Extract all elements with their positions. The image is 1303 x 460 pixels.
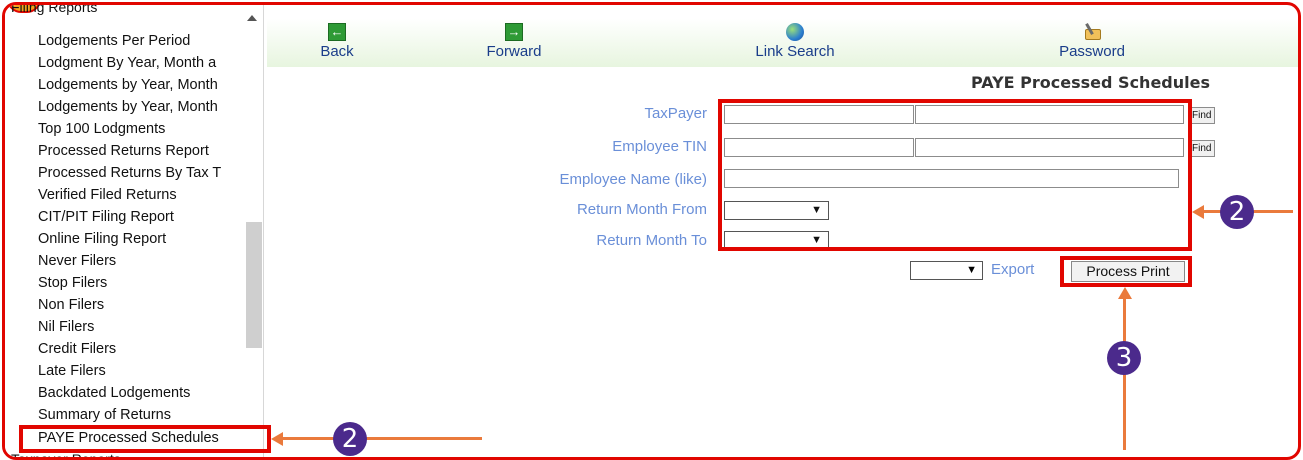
back-button[interactable]: ← Back bbox=[315, 23, 359, 60]
sidebar-item-nil-filers[interactable]: Nil Filers bbox=[38, 319, 250, 335]
annotation-arrow-sidebar bbox=[282, 437, 482, 440]
export-format-select[interactable]: ▼ bbox=[910, 261, 983, 280]
taxpayer-find-button[interactable]: Find bbox=[1188, 107, 1216, 124]
sidebar-item-lodgements-per-period[interactable]: Lodgements Per Period bbox=[38, 33, 250, 49]
password-button[interactable]: Password bbox=[1047, 23, 1137, 60]
sidebar-item-backdated-lodgements[interactable]: Backdated Lodgements bbox=[38, 385, 250, 401]
forward-button[interactable]: → Forward bbox=[479, 23, 549, 60]
sidebar-item-online-filing-report[interactable]: Online Filing Report bbox=[38, 231, 250, 247]
sidebar-item-summary-of-returns[interactable]: Summary of Returns bbox=[38, 407, 250, 423]
back-label: Back bbox=[320, 43, 354, 60]
sidebar-item-credit-filers[interactable]: Credit Filers bbox=[38, 341, 250, 357]
sidebar-scroll-thumb[interactable] bbox=[246, 222, 262, 348]
link-search-label: Link Search bbox=[755, 43, 835, 60]
highlight-process-print bbox=[1060, 256, 1192, 287]
password-edit-icon bbox=[1083, 23, 1101, 41]
sidebar-item-late-filers[interactable]: Late Filers bbox=[38, 363, 250, 379]
return-month-to-label: Return Month To bbox=[596, 232, 707, 249]
return-month-from-label: Return Month From bbox=[576, 201, 707, 218]
sidebar-item-never-filers[interactable]: Never Filers bbox=[38, 253, 250, 269]
sidebar: Filing Reports Lodgements Per Period Lod… bbox=[5, 5, 264, 457]
page-title: PAYE Processed Schedules bbox=[970, 73, 1210, 92]
globe-icon bbox=[786, 23, 804, 41]
screenshot-frame: Filing Reports Lodgements Per Period Lod… bbox=[2, 2, 1301, 460]
step-badge-form: 2 bbox=[1220, 195, 1254, 229]
chevron-down-icon: ▼ bbox=[966, 264, 977, 276]
employee-name-label: Employee Name (like) bbox=[559, 171, 707, 188]
sidebar-item-lodgment-by-year-month[interactable]: Lodgment By Year, Month a bbox=[38, 55, 250, 71]
back-arrow-icon: ← bbox=[328, 23, 346, 41]
step-badge-sidebar: 2 bbox=[333, 422, 367, 456]
taxpayer-label: TaxPayer bbox=[644, 105, 707, 122]
step-badge-print: 3 bbox=[1107, 341, 1141, 375]
toolbar: ← Back → Forward Link Search Password bbox=[267, 19, 1298, 67]
sidebar-section-filing-reports[interactable]: Filing Reports bbox=[11, 5, 97, 15]
sidebar-item-processed-returns-report[interactable]: Processed Returns Report bbox=[38, 143, 250, 159]
sidebar-item-non-filers[interactable]: Non Filers bbox=[38, 297, 250, 313]
link-search-button[interactable]: Link Search bbox=[740, 23, 850, 60]
sidebar-item-verified-filed-returns[interactable]: Verified Filed Returns bbox=[38, 187, 250, 203]
highlight-paye-sidebar bbox=[19, 425, 271, 453]
export-link[interactable]: Export bbox=[991, 261, 1034, 278]
sidebar-item-cit-pit-filing-report[interactable]: CIT/PIT Filing Report bbox=[38, 209, 250, 225]
sidebar-item-lodgements-by-year-month-1[interactable]: Lodgements by Year, Month bbox=[38, 77, 250, 93]
sidebar-item-processed-returns-by-tax-type[interactable]: Processed Returns By Tax T bbox=[38, 165, 250, 181]
sidebar-item-top-100-lodgments[interactable]: Top 100 Lodgments bbox=[38, 121, 250, 137]
forward-arrow-icon: → bbox=[505, 23, 523, 41]
password-label: Password bbox=[1059, 43, 1125, 60]
forward-label: Forward bbox=[486, 43, 542, 60]
highlight-form-fields bbox=[718, 99, 1192, 251]
sidebar-item-stop-filers[interactable]: Stop Filers bbox=[38, 275, 250, 291]
employee-tin-label: Employee TIN bbox=[612, 138, 707, 155]
employee-tin-find-button[interactable]: Find bbox=[1188, 140, 1216, 157]
sidebar-item-lodgements-by-year-month-2[interactable]: Lodgements by Year, Month bbox=[38, 99, 250, 115]
scroll-up-arrow-icon[interactable] bbox=[247, 15, 257, 21]
